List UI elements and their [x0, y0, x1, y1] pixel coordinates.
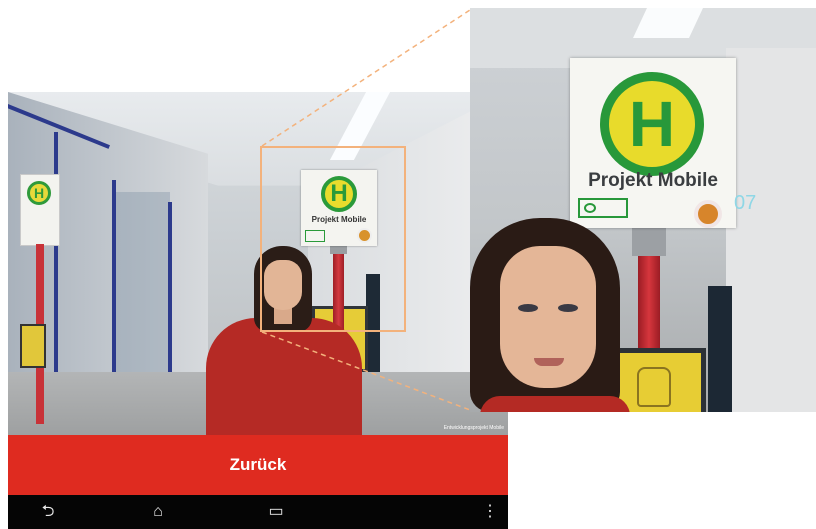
tablet-screen: H H Projekt Mobile Entwicklungsprojekt M…	[8, 92, 508, 529]
nav-menu-icon[interactable]: ⋮	[470, 495, 508, 529]
window-pane	[116, 192, 170, 372]
right-eye	[558, 304, 578, 312]
inset-eye-icon	[584, 203, 596, 213]
ar-camera-view: H H Projekt Mobile Entwicklungsprojekt M…	[8, 92, 508, 435]
inset-sign-label: Projekt Mobile	[588, 170, 718, 191]
back-button[interactable]: Zurück	[8, 435, 508, 495]
watermark: Entwicklungsprojekt Mobile	[443, 425, 504, 431]
distant-bus-stop-sign: H	[20, 174, 60, 246]
bus-stop-h-icon: H	[27, 181, 51, 205]
window-frame	[168, 202, 172, 392]
zoom-highlight-box	[260, 146, 406, 332]
nav-back-icon[interactable]: ⮌	[28, 495, 68, 529]
inset-target-marker-icon	[694, 200, 722, 228]
inset-avatar	[470, 218, 640, 412]
distant-yellow-panel	[20, 324, 46, 368]
avatar-body	[206, 318, 362, 435]
zoom-inset: H Projekt Mobile 07	[470, 8, 816, 412]
inset-h-icon: H	[600, 72, 704, 176]
nav-home-icon[interactable]: ⌂	[138, 495, 178, 529]
inset-right-wall	[726, 48, 816, 412]
inset-bus-stop-sign: H Projekt Mobile	[570, 58, 736, 228]
mouth	[534, 358, 564, 366]
inset-avatar-face	[500, 246, 596, 388]
android-nav-bar: ⮌ ⌂ ▭ ⋮	[8, 495, 508, 529]
inset-qr-marker-icon	[578, 198, 628, 218]
hand-icon	[637, 367, 671, 407]
nav-recents-icon[interactable]: ▭	[256, 495, 296, 529]
left-eye	[518, 304, 538, 312]
inset-stop-number: 07	[734, 192, 757, 214]
inset-avatar-shirt	[480, 396, 630, 412]
inset-door	[708, 286, 732, 412]
